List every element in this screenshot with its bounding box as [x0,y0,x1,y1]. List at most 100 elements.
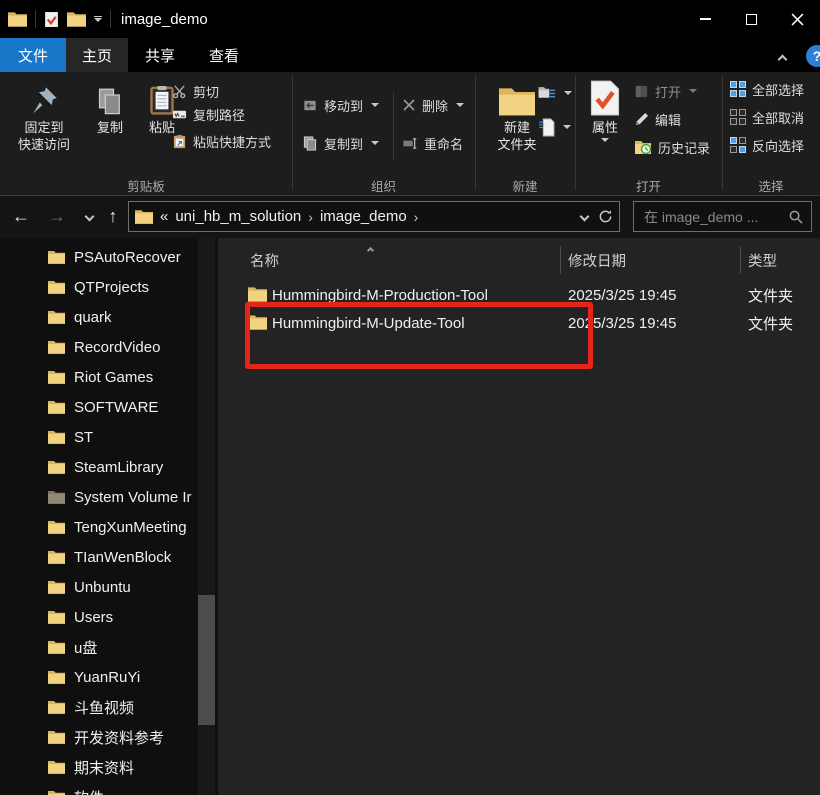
tab-view[interactable]: 查看 [192,38,256,72]
tab-file[interactable]: 文件 [0,38,66,72]
collapse-ribbon-button[interactable] [779,50,786,68]
file-name[interactable]: Hummingbird-M-Production-Tool [272,287,488,304]
dropdown-icon [456,103,464,107]
properties-check-icon[interactable] [44,11,59,28]
folder-icon [48,520,65,534]
sidebar-folder-item[interactable]: 斗鱼视频 [0,692,218,722]
paste-shortcut-button[interactable]: 粘贴快捷方式 [172,130,271,152]
sidebar-scrollbar-thumb[interactable] [198,595,215,725]
sidebar-folder-item[interactable]: YuanRuYi [0,662,218,692]
new-folder-qat-icon[interactable] [67,11,86,27]
copy-path-label: 复制路径 [193,105,245,124]
pin-label-line2: 快速访问 [18,136,70,153]
recent-locations-button[interactable] [76,202,102,230]
rename-button[interactable]: 重命名 [402,132,463,154]
file-row[interactable]: Hummingbird-M-Production-Tool 2025/3/25 … [218,281,820,309]
sidebar-folder-item[interactable]: PSAutoRecover [0,242,218,272]
maximize-button[interactable] [728,0,774,38]
select-all-button[interactable]: 全部选择 [730,78,804,100]
minimize-button[interactable] [682,0,728,38]
sidebar-item-label: TIanWenBlock [74,549,171,566]
copy-path-button[interactable]: 复制路径 [172,103,245,125]
breadcrumb-crumb[interactable]: uni_hb_m_solution [175,208,301,225]
search-box[interactable] [633,201,812,232]
search-icon[interactable] [788,209,803,224]
invert-selection-button[interactable]: 反向选择 [730,134,804,156]
folder-icon [48,760,65,774]
column-header-date[interactable]: 修改日期 [568,250,626,271]
history-button[interactable]: 历史记录 [634,136,710,158]
sidebar-folder-item[interactable]: TengXunMeeting [0,512,218,542]
properties-button[interactable]: 属性 [582,76,628,142]
sidebar-item-label: YuanRuYi [74,669,140,686]
minimize-icon [700,18,711,20]
sidebar-folder-item[interactable]: ST [0,422,218,452]
sidebar-item-label: 软件 [74,787,104,795]
sidebar-item-label: Riot Games [74,369,153,386]
sidebar-item-label: quark [74,309,112,326]
delete-x-icon [402,98,416,112]
chevron-up-icon [778,55,788,65]
dropdown-icon [371,141,379,145]
pin-to-quick-access-button[interactable]: 固定到 快速访问 [4,76,84,153]
sidebar-folder-item[interactable]: SteamLibrary [0,452,218,482]
refresh-icon[interactable] [598,209,613,224]
folder-icon [48,250,65,264]
address-dropdown-icon[interactable] [580,212,590,222]
scissors-icon [172,84,187,99]
select-none-button[interactable]: 全部取消 [730,106,804,128]
column-divider[interactable] [560,246,561,274]
breadcrumb-crumb[interactable]: image_demo [320,208,407,225]
window-title: image_demo [121,11,208,28]
address-bar[interactable]: « uni_hb_m_solution › image_demo › [128,201,620,232]
sidebar-folder-item[interactable]: SOFTWARE [0,392,218,422]
pin-label-line1: 固定到 [24,119,63,136]
sidebar-item-label: SOFTWARE [74,399,158,416]
copy-button[interactable]: 复制 [86,76,134,136]
back-button[interactable]: ← [8,202,34,230]
file-name[interactable]: Hummingbird-M-Update-Tool [272,315,465,332]
folder-icon [48,700,65,714]
sidebar-folder-item[interactable]: TIanWenBlock [0,542,218,572]
select-group-label: 选择 [722,176,820,192]
copy-to-label: 复制到 [324,134,363,153]
sidebar-folder-item[interactable]: RecordVideo [0,332,218,362]
file-row[interactable]: Hummingbird-M-Update-Tool 2025/3/25 19:4… [218,309,820,337]
copy-to-button[interactable]: 复制到 [302,132,379,154]
sidebar-folder-item[interactable]: Users [0,602,218,632]
sidebar-item-label: 斗鱼视频 [74,697,134,718]
open-button[interactable]: 打开 [634,80,697,102]
breadcrumb-separator[interactable]: › [308,209,313,225]
close-button[interactable] [774,0,820,38]
forward-button[interactable]: → [44,202,70,230]
move-to-button[interactable]: 移动到 [302,94,379,116]
sidebar-item-label: 期末资料 [74,757,134,778]
sidebar-folder-item[interactable]: u盘 [0,632,218,662]
column-header-type[interactable]: 类型 [748,250,777,271]
sidebar-folder-item[interactable]: Riot Games [0,362,218,392]
title-bar: image_demo [0,0,820,38]
easy-access-button[interactable] [536,82,572,104]
breadcrumb-separator[interactable]: › [414,209,419,225]
sidebar-folder-item[interactable]: 软件 [0,782,218,795]
column-header-name[interactable]: 名称 [250,250,279,271]
sidebar-folder-item[interactable]: quark [0,302,218,332]
tab-home[interactable]: 主页 [66,38,128,72]
sidebar-folder-item[interactable]: 期末资料 [0,752,218,782]
help-button[interactable]: ? [806,45,820,67]
new-item-button[interactable] [538,116,571,138]
delete-button[interactable]: 删除 [402,94,464,116]
search-input[interactable] [642,208,788,226]
qat-customize-chevron-icon[interactable] [94,16,102,23]
edit-button[interactable]: 编辑 [634,108,681,130]
tab-share[interactable]: 共享 [128,38,192,72]
cut-button[interactable]: 剪切 [172,80,219,102]
sidebar-folder-item[interactable]: 开发资料参考 [0,722,218,752]
column-divider[interactable] [740,246,741,274]
sidebar-folder-item[interactable]: Unbuntu [0,572,218,602]
sidebar-folder-item[interactable]: System Volume Ir [0,482,218,512]
up-button[interactable]: ↑ [100,202,126,230]
breadcrumb-prefix[interactable]: « [160,208,168,225]
sidebar-folder-item[interactable]: QTProjects [0,272,218,302]
select-none-label: 全部取消 [752,108,804,127]
